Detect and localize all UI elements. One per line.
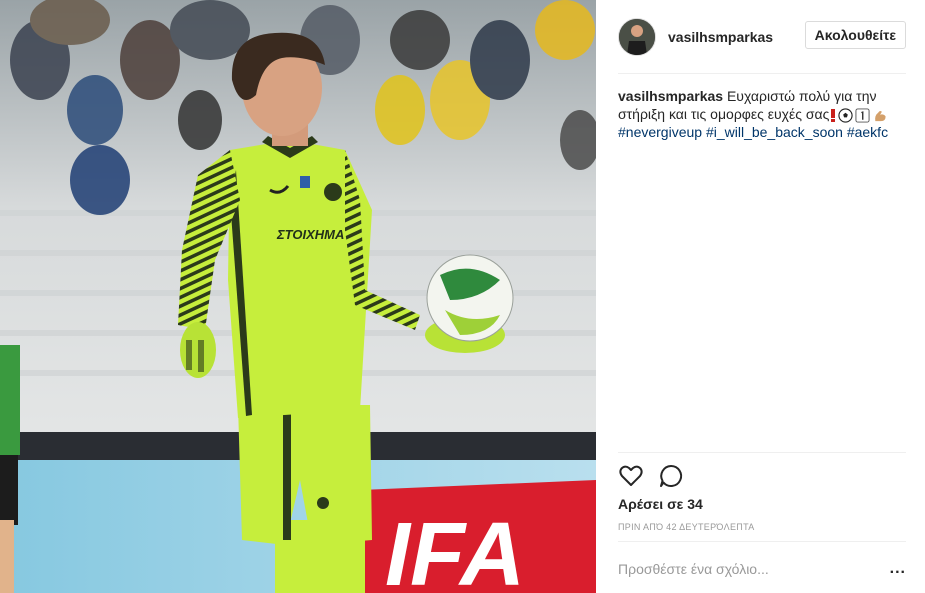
banner-text: IFA bbox=[385, 505, 525, 593]
number-one-icon bbox=[855, 108, 870, 123]
soccer-ball-icon bbox=[838, 108, 853, 123]
divider bbox=[618, 452, 906, 453]
more-options-icon[interactable]: ... bbox=[890, 560, 906, 578]
hashtags-link[interactable]: #nevergiveup #i_will_be_back_soon #aekfc bbox=[618, 124, 888, 140]
instagram-post: IFA ΣΤΟΙΧΗΜΑ vasilhsmparkas Ακολουθείτε … bbox=[0, 0, 925, 593]
likes-label: Αρέσει σε bbox=[618, 496, 684, 512]
following-button[interactable]: Ακολουθείτε bbox=[804, 21, 906, 49]
post-photo[interactable]: IFA ΣΤΟΙΧΗΜΑ bbox=[0, 0, 596, 593]
exclamation-icon bbox=[831, 109, 836, 123]
jersey-sponsor-text: ΣΤΟΙΧΗΜΑ bbox=[276, 227, 344, 242]
post-sidebar: vasilhsmparkas Ακολουθείτε vasilhsmparka… bbox=[596, 0, 925, 593]
caption-username[interactable]: vasilhsmparkas bbox=[618, 88, 723, 104]
likes-count[interactable]: Αρέσει σε 34 bbox=[618, 496, 703, 512]
comment-input[interactable]: Προσθέστε ένα σχόλιο... bbox=[618, 561, 769, 577]
avatar-image bbox=[619, 18, 655, 55]
comment-icon[interactable] bbox=[658, 463, 684, 489]
post-timestamp[interactable]: ΠΡΙΝ ΑΠΌ 42 ΔΕΥΤΕΡΌΛΕΠΤΑ bbox=[618, 522, 755, 532]
heart-icon[interactable] bbox=[618, 463, 644, 489]
goalkeeper-photo: IFA ΣΤΟΙΧΗΜΑ bbox=[0, 0, 596, 593]
avatar[interactable] bbox=[618, 17, 656, 56]
post-actions bbox=[618, 463, 684, 489]
likes-number: 34 bbox=[687, 496, 703, 512]
username-link[interactable]: vasilhsmparkas bbox=[668, 29, 773, 45]
flexed-biceps-icon bbox=[875, 110, 886, 121]
post-caption: vasilhsmparkas Ευχαριστώ πολύ για την στ… bbox=[618, 87, 906, 141]
post-header: vasilhsmparkas Ακολουθείτε bbox=[618, 14, 906, 59]
divider bbox=[618, 73, 906, 74]
divider bbox=[618, 541, 906, 542]
